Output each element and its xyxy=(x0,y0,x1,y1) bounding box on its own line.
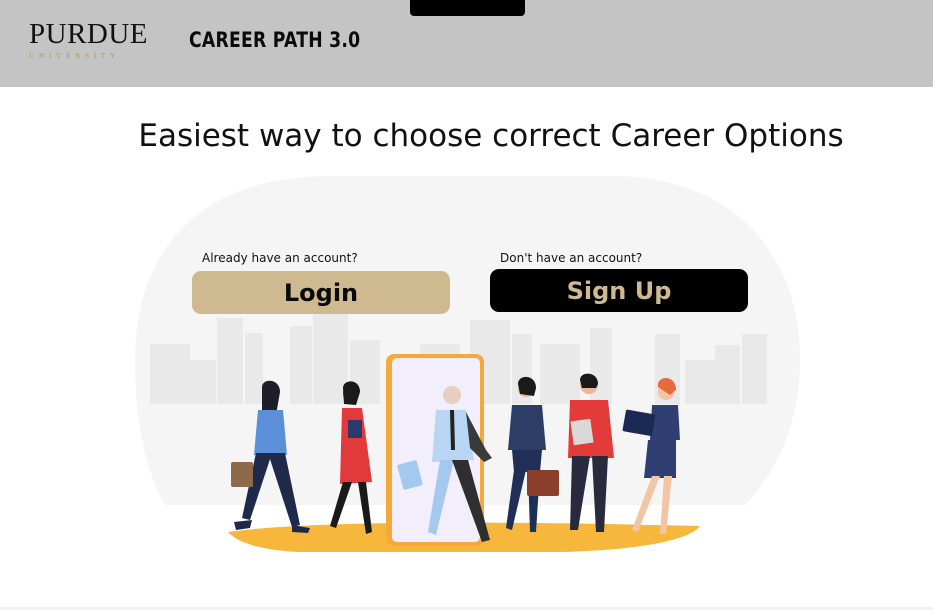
career-illustration xyxy=(135,176,800,552)
login-prompt: Already have an account? xyxy=(202,251,358,265)
signup-button[interactable]: Sign Up xyxy=(490,269,748,312)
signup-prompt: Don't have an account? xyxy=(500,251,643,265)
login-button[interactable]: Login xyxy=(192,271,450,314)
